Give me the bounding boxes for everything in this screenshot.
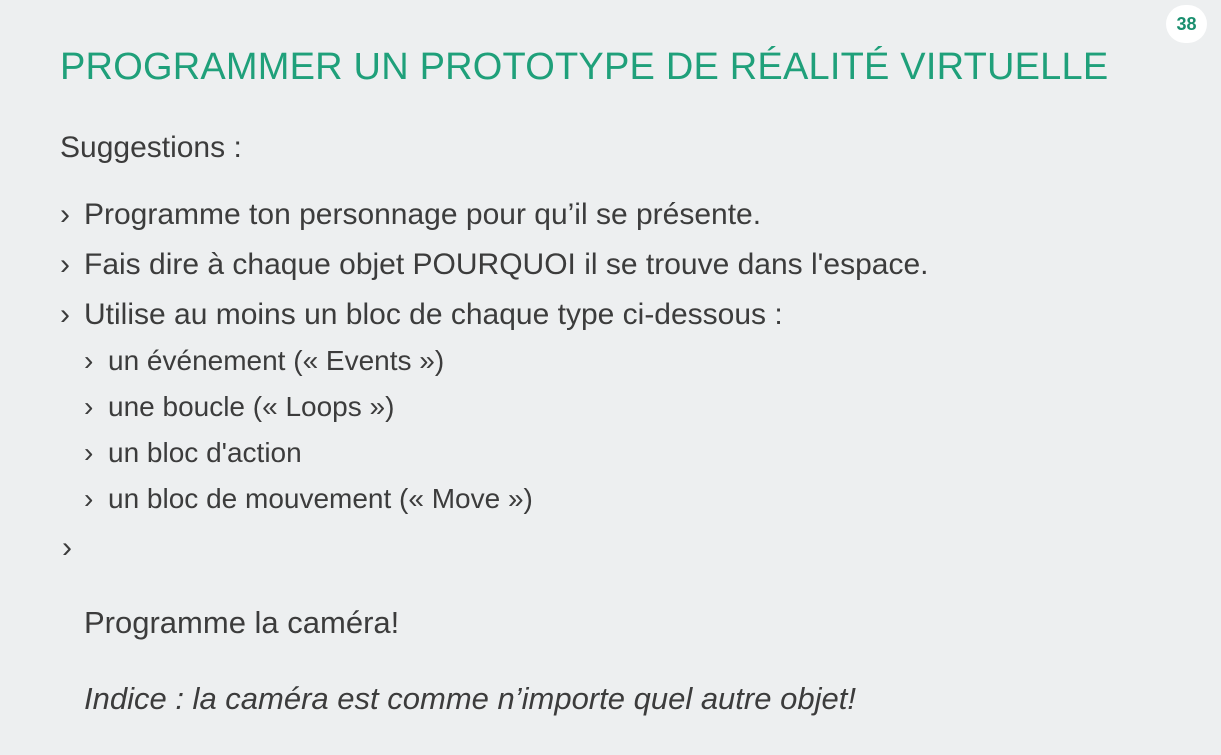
block-type-item: › une boucle (« Loops ») <box>84 384 533 430</box>
block-type-item: › un événement (« Events ») <box>84 338 533 384</box>
block-type-item: › un bloc d'action <box>84 430 533 476</box>
sub-bullet-chevron-icon: › <box>84 483 94 514</box>
bullet-chevron-icon: › <box>60 248 70 281</box>
suggestion-text: Utilise au moins un bloc de chaque type … <box>84 298 783 331</box>
block-type-text: un événement (« Events ») <box>108 345 445 376</box>
suggestion-item: › Programme ton personnage pour qu’il se … <box>60 190 928 240</box>
suggestion-item: › Fais dire à chaque objet POURQUOI il se… <box>60 240 928 290</box>
suggestion-item: › Utilise au moins un bloc de chaque type… <box>60 290 928 340</box>
suggestion-list: › Programme ton personnage pour qu’il se … <box>60 190 928 340</box>
bullet-chevron-icon: › <box>60 198 70 231</box>
sub-bullet-chevron-icon: › <box>84 391 94 422</box>
suggestion-text: Fais dire à chaque objet POURQUOI il se … <box>84 248 929 281</box>
block-type-text: une boucle (« Loops ») <box>108 391 395 422</box>
sub-bullet-chevron-icon: › <box>84 437 94 468</box>
slide: 38 PROGRAMMER UN PROTOTYPE DE RÉALITÉ VI… <box>0 0 1221 755</box>
block-type-list: › un événement (« Events ») › une boucle (… <box>84 338 533 522</box>
bullet-chevron-icon: › <box>60 298 70 331</box>
block-type-text: un bloc de mouvement (« Move ») <box>108 483 533 514</box>
block-type-item: › un bloc de mouvement (« Move ») <box>84 476 533 522</box>
page-number-badge: 38 <box>1166 5 1207 43</box>
camera-instruction: Programme la caméra! <box>84 605 400 640</box>
slide-title: PROGRAMMER UN PROTOTYPE DE RÉALITÉ VIRTU… <box>60 46 1109 88</box>
camera-hint: Indice : la caméra est comme n’importe q… <box>84 681 856 716</box>
suggestion-text: Programme ton personnage pour qu’il se p… <box>84 198 762 231</box>
suggestions-heading: Suggestions : <box>60 131 242 164</box>
page-number: 38 <box>1176 13 1197 34</box>
sub-bullet-chevron-icon: › <box>84 345 94 376</box>
block-type-text: un bloc d'action <box>108 437 302 468</box>
empty-bullet-chevron-icon: › <box>62 531 72 564</box>
